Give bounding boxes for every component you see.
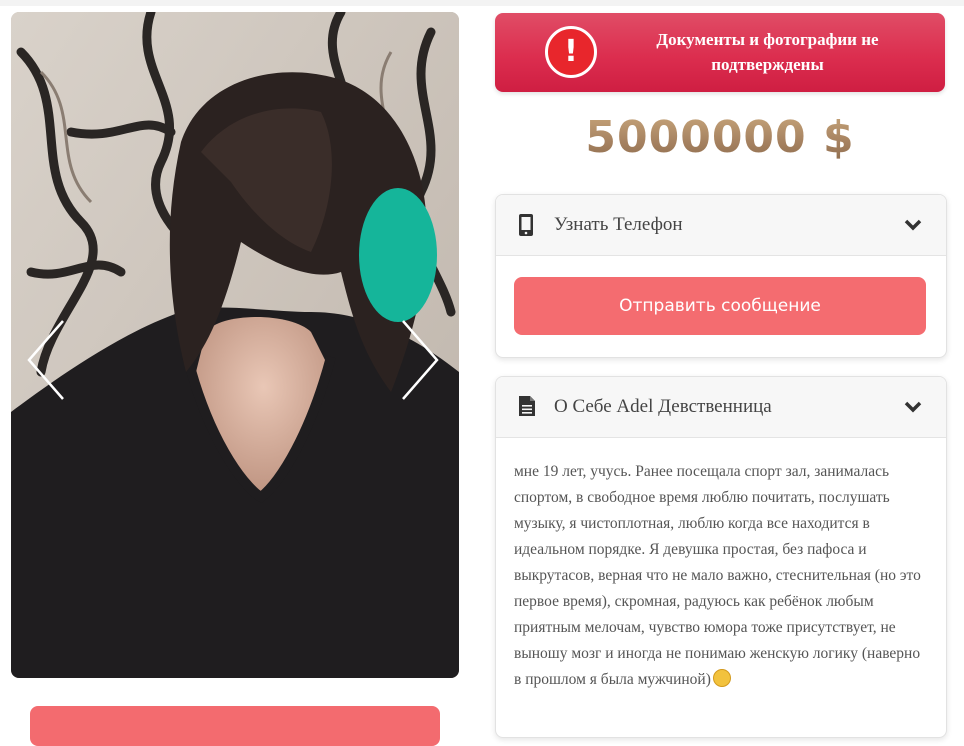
- send-message-button[interactable]: Отправить сообщение: [514, 277, 926, 335]
- price: 5000000 $: [495, 112, 945, 163]
- chevron-right-icon: [402, 320, 439, 400]
- exclamation-icon: !: [545, 26, 597, 78]
- about-text-body: мне 19 лет, учусь. Ранее посещала спорт …: [514, 463, 921, 688]
- about-panel-title: О Себе Adel Девственница: [554, 396, 772, 417]
- profile-photo: [11, 12, 459, 678]
- chevron-down-icon: [904, 401, 922, 413]
- price-value: 5000000: [585, 112, 807, 163]
- about-panel-header[interactable]: О Себе Adel Девственница: [496, 377, 946, 438]
- mobile-phone-icon: [519, 214, 533, 236]
- phone-panel-title: Узнать Телефон: [554, 214, 683, 235]
- next-photo-button[interactable]: [393, 317, 443, 403]
- about-panel: О Себе Adel Девственница мне 19 лет, учу…: [495, 376, 947, 738]
- prev-photo-button[interactable]: [25, 317, 75, 403]
- phone-panel: Узнать Телефон Отправить сообщение: [495, 194, 947, 358]
- document-icon: [519, 396, 535, 416]
- chevron-down-icon: [904, 219, 922, 231]
- grinning-sweat-emoji: [712, 669, 731, 687]
- alert-text: Документы и фотографии не подтверждены: [656, 30, 879, 74]
- price-currency: $: [823, 112, 855, 163]
- photo-action-button[interactable]: [30, 706, 440, 746]
- top-strip: [0, 0, 964, 6]
- phone-panel-header[interactable]: Узнать Телефон: [496, 195, 946, 256]
- unverified-alert: ! Документы и фотографии не подтверждены: [495, 13, 945, 92]
- chevron-left-icon: [27, 320, 64, 400]
- about-text: мне 19 лет, учусь. Ранее посещала спорт …: [514, 459, 924, 693]
- profile-photo-carousel[interactable]: [11, 12, 459, 678]
